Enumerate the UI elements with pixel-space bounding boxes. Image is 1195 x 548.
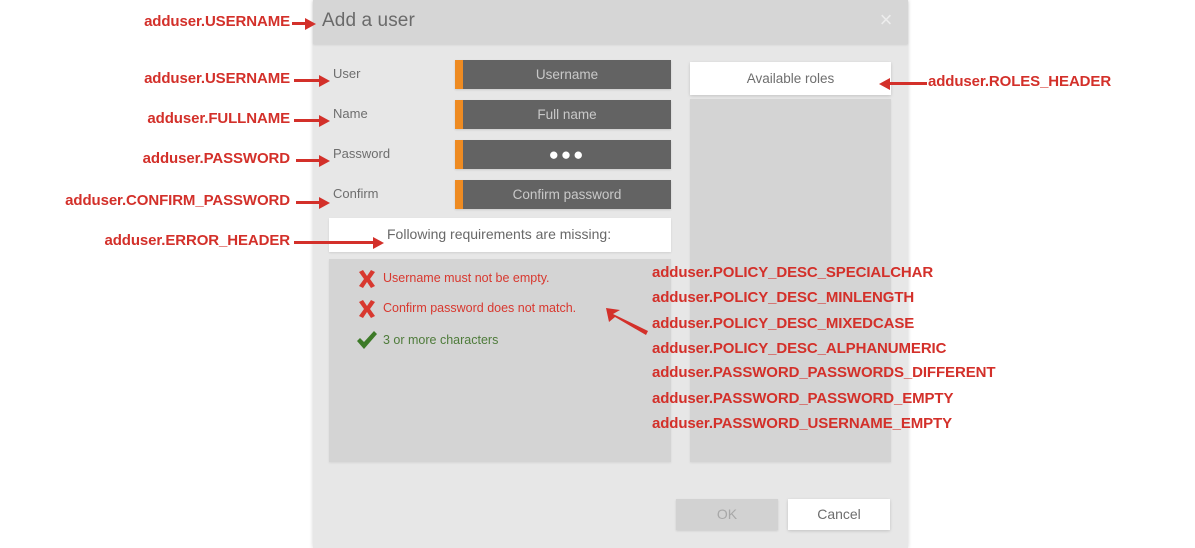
form-row-user: User Username bbox=[329, 60, 671, 89]
list-item-label: Username must not be empty. bbox=[383, 271, 550, 285]
field-accent-bar bbox=[455, 60, 463, 89]
error-header-text: Following requirements are missing: bbox=[387, 226, 612, 242]
dialog-titlebar: Add a user × bbox=[313, 0, 908, 44]
annotation-label-username: adduser.USERNAME bbox=[144, 70, 290, 87]
available-roles-header-label: Available roles bbox=[746, 71, 835, 86]
label-name: Name bbox=[333, 106, 368, 121]
input-password-value: ●●● bbox=[548, 145, 586, 164]
field-accent-bar bbox=[455, 180, 463, 209]
annotation-label-policy-alphanumeric: adduser.POLICY_DESC_ALPHANUMERIC bbox=[652, 340, 947, 357]
check-icon bbox=[355, 329, 379, 353]
input-fullname-value: Full name bbox=[537, 107, 597, 122]
field-accent-bar bbox=[455, 140, 463, 169]
field-accent-bar bbox=[455, 100, 463, 129]
form-row-confirm: Confirm Confirm password bbox=[329, 180, 671, 209]
annotation-label-username-empty: adduser.PASSWORD_USERNAME_EMPTY bbox=[652, 415, 953, 432]
requirements-list: Username must not be empty. Confirm pass… bbox=[329, 259, 671, 462]
label-confirm: Confirm bbox=[333, 186, 379, 201]
input-username[interactable]: Username bbox=[455, 60, 671, 89]
label-password: Password bbox=[333, 146, 391, 161]
annotation-label-error-header: adduser.ERROR_HEADER bbox=[104, 232, 290, 249]
cross-icon bbox=[355, 297, 379, 321]
annotation-label-title: adduser.USERNAME bbox=[144, 13, 290, 30]
annotation-label-password-empty: adduser.PASSWORD_PASSWORD_EMPTY bbox=[652, 390, 954, 407]
annotation-label-confirm-password: adduser.CONFIRM_PASSWORD bbox=[65, 192, 290, 209]
ok-button[interactable]: OK bbox=[676, 499, 778, 530]
input-password[interactable]: ●●● bbox=[455, 140, 671, 169]
input-confirm-password-value: Confirm password bbox=[512, 187, 622, 202]
form-row-password: Password ●●● bbox=[329, 140, 671, 169]
available-roles-header: Available roles bbox=[690, 62, 891, 95]
annotation-label-fullname: adduser.FULLNAME bbox=[147, 110, 290, 127]
list-item-label: Confirm password does not match. bbox=[383, 301, 577, 315]
annotation-label-policy-specialchar: adduser.POLICY_DESC_SPECIALCHAR bbox=[652, 264, 934, 281]
annotation-label-policy-minlength: adduser.POLICY_DESC_MINLENGTH bbox=[652, 289, 915, 306]
form-row-name: Name Full name bbox=[329, 100, 671, 129]
dialog-title: Add a user bbox=[322, 10, 415, 31]
annotation-label-policy-mixedcase: adduser.POLICY_DESC_MIXEDCASE bbox=[652, 315, 915, 332]
input-username-value: Username bbox=[535, 67, 599, 82]
close-icon[interactable]: × bbox=[872, 6, 900, 34]
error-header-box: Following requirements are missing: bbox=[329, 218, 671, 252]
input-fullname[interactable]: Full name bbox=[455, 100, 671, 129]
annotation-label-passwords-different: adduser.PASSWORD_PASSWORDS_DIFFERENT bbox=[652, 364, 996, 381]
annotation-label-password: adduser.PASSWORD bbox=[142, 150, 290, 167]
list-item-label: 3 or more characters bbox=[383, 333, 499, 347]
screenshot-root: Add a user × User Username Name Full nam… bbox=[0, 0, 1195, 548]
cancel-button[interactable]: Cancel bbox=[788, 499, 890, 530]
input-confirm-password[interactable]: Confirm password bbox=[455, 180, 671, 209]
form-panel: User Username Name Full name Password ●●… bbox=[329, 52, 671, 462]
cross-icon bbox=[355, 267, 379, 291]
annotation-label-roles-header: adduser.ROLES_HEADER bbox=[928, 73, 1112, 90]
label-user: User bbox=[333, 66, 361, 81]
